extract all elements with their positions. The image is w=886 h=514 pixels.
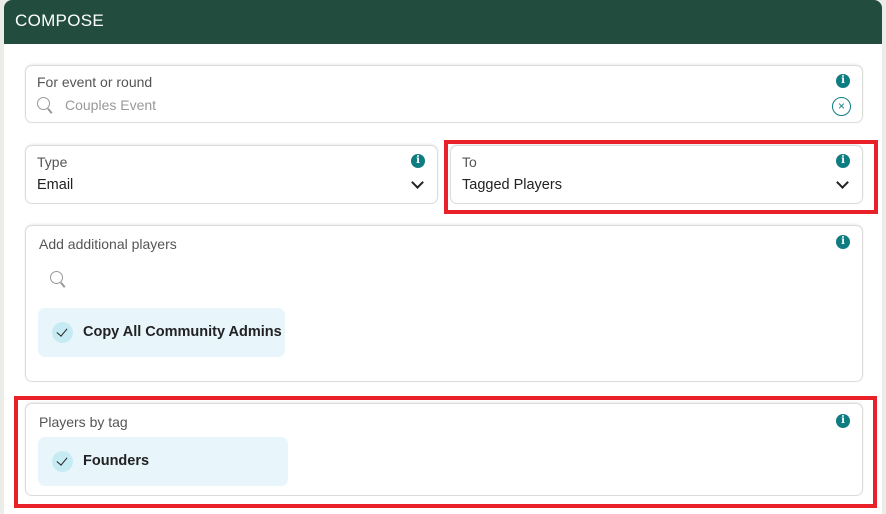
event-label: For event or round <box>37 74 153 90</box>
event-field[interactable]: For event or round i Couples Event × <box>25 65 863 123</box>
highlight-box <box>14 396 877 508</box>
clear-icon[interactable]: × <box>832 97 851 116</box>
chip-label: Copy All Community Admins <box>83 324 282 340</box>
chip-copy-admins[interactable]: Copy All Community Admins <box>38 308 285 357</box>
additional-players-field: Add additional players i Copy All Commun… <box>25 225 863 382</box>
search-icon[interactable] <box>50 271 63 284</box>
info-icon[interactable]: i <box>836 235 850 249</box>
type-value: Email <box>37 177 74 193</box>
search-icon <box>37 97 50 110</box>
event-search-input[interactable]: Couples Event <box>65 97 156 113</box>
type-label: Type <box>37 154 68 170</box>
type-select[interactable]: Type i Email <box>25 145 438 204</box>
chevron-down-icon <box>411 176 424 189</box>
check-icon <box>52 322 73 343</box>
highlight-box <box>444 140 878 214</box>
additional-label: Add additional players <box>39 236 177 252</box>
info-icon[interactable]: i <box>836 74 850 88</box>
info-icon[interactable]: i <box>411 154 425 168</box>
page-title: COMPOSE <box>4 0 882 44</box>
